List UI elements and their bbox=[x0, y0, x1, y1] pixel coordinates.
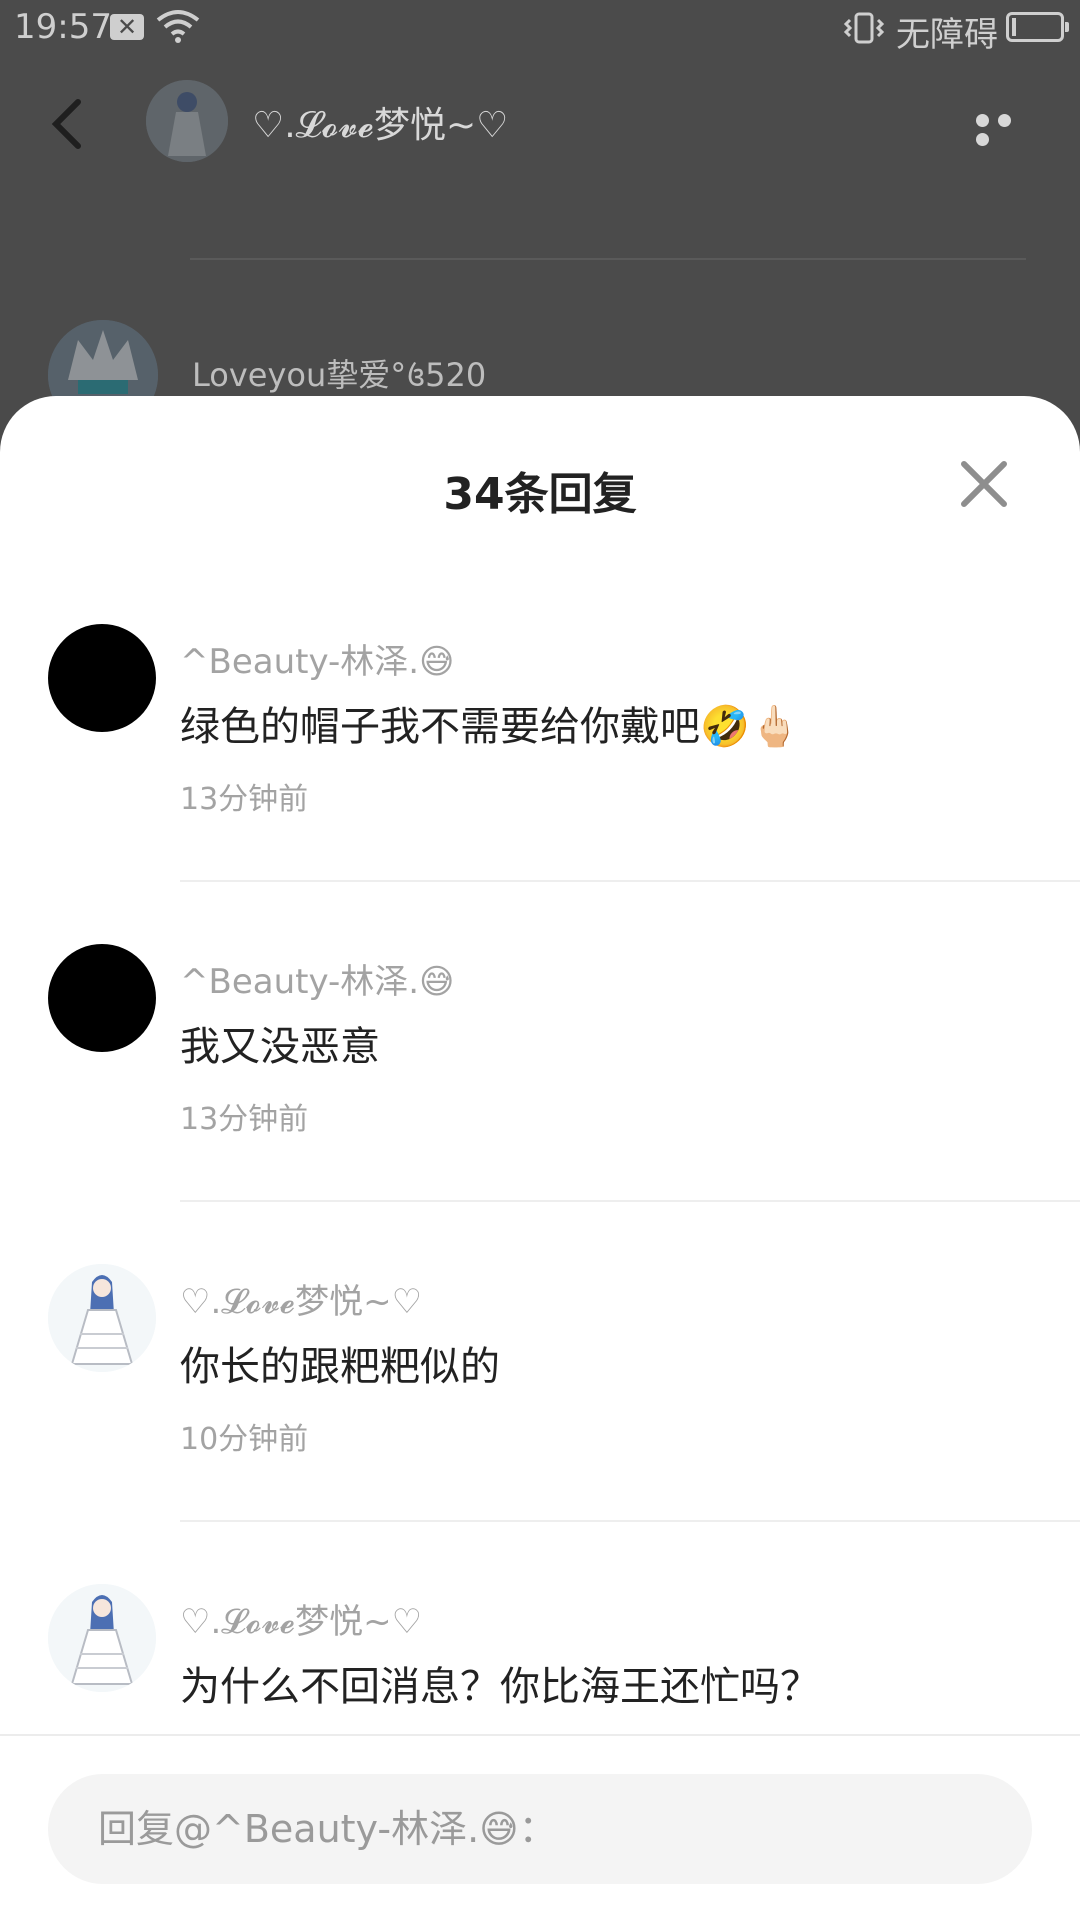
comment-divider bbox=[180, 880, 1080, 882]
comment-item[interactable]: ♡.𝓛𝓸𝓿𝓮梦悦~♡ 为什么不回消息？你比海王还忙吗？ bbox=[0, 1584, 1080, 1734]
avatar[interactable] bbox=[48, 1264, 156, 1372]
background-divider bbox=[190, 258, 1026, 260]
sheet-title: 34条回复 bbox=[443, 469, 637, 520]
comment-author[interactable]: ♡.𝓛𝓸𝓿𝓮梦悦~♡ bbox=[180, 1274, 422, 1323]
comment-divider bbox=[180, 1200, 1080, 1202]
anime-girl-avatar-icon bbox=[146, 80, 228, 162]
header-avatar[interactable] bbox=[146, 80, 228, 162]
replies-sheet: 34条回复 ^Beauty-林泽.😅 绿色的帽子我不需要给你戴吧🤣🖕🏻 13分钟… bbox=[0, 396, 1080, 1920]
comment-time: 10分钟前 bbox=[180, 1422, 309, 1457]
vibrate-icon bbox=[843, 12, 885, 44]
more-dots-icon[interactable] bbox=[976, 112, 1040, 146]
anime-girl-avatar-icon bbox=[48, 1584, 156, 1692]
anime-girl-avatar-icon bbox=[48, 1264, 156, 1372]
comment-item[interactable]: ^Beauty-林泽.😅 我又没恶意 13分钟前 bbox=[0, 944, 1080, 1264]
avatar[interactable] bbox=[48, 1584, 156, 1692]
battery-icon bbox=[1006, 12, 1069, 42]
comment-author[interactable]: ^Beauty-林泽.😅 bbox=[180, 634, 455, 683]
reply-input[interactable] bbox=[48, 1774, 1032, 1884]
notification-x-icon: ✕ bbox=[110, 14, 144, 40]
comment-text[interactable]: 绿色的帽子我不需要给你戴吧🤣🖕🏻 bbox=[180, 694, 800, 752]
comment-divider bbox=[180, 1520, 1080, 1522]
status-bar: 19:57 ✕ 无障碍 bbox=[0, 0, 1080, 56]
accessibility-label: 无障碍 bbox=[896, 15, 998, 55]
background-page: 19:57 ✕ 无障碍 ♡.𝓛𝓸𝓿𝓮梦悦~♡ Loveyou挚爱°꧔520 bbox=[0, 0, 1080, 430]
comment-item[interactable]: ^Beauty-林泽.😅 绿色的帽子我不需要给你戴吧🤣🖕🏻 13分钟前 bbox=[0, 624, 1080, 944]
comment-text[interactable]: 我又没恶意 bbox=[180, 1014, 380, 1072]
reply-bar bbox=[0, 1734, 1080, 1920]
comment-author[interactable]: ^Beauty-林泽.😅 bbox=[180, 954, 455, 1003]
close-icon[interactable] bbox=[958, 458, 1010, 510]
comment-text[interactable]: 为什么不回消息？你比海王还忙吗？ bbox=[180, 1654, 820, 1712]
back-chevron-icon[interactable] bbox=[44, 96, 92, 152]
header-title[interactable]: ♡.𝓛𝓸𝓿𝓮梦悦~♡ bbox=[252, 96, 508, 148]
comment-text[interactable]: 你长的跟粑粑似的 bbox=[180, 1334, 500, 1392]
comment-author[interactable]: ♡.𝓛𝓸𝓿𝓮梦悦~♡ bbox=[180, 1594, 422, 1643]
status-time: 19:57 bbox=[14, 7, 112, 47]
avatar[interactable] bbox=[48, 944, 156, 1052]
comment-time: 13分钟前 bbox=[180, 782, 309, 817]
comment-time: 13分钟前 bbox=[180, 1102, 309, 1137]
avatar[interactable] bbox=[48, 624, 156, 732]
wifi-icon bbox=[156, 10, 200, 43]
comment-item[interactable]: ♡.𝓛𝓸𝓿𝓮梦悦~♡ 你长的跟粑粑似的 10分钟前 bbox=[0, 1264, 1080, 1584]
